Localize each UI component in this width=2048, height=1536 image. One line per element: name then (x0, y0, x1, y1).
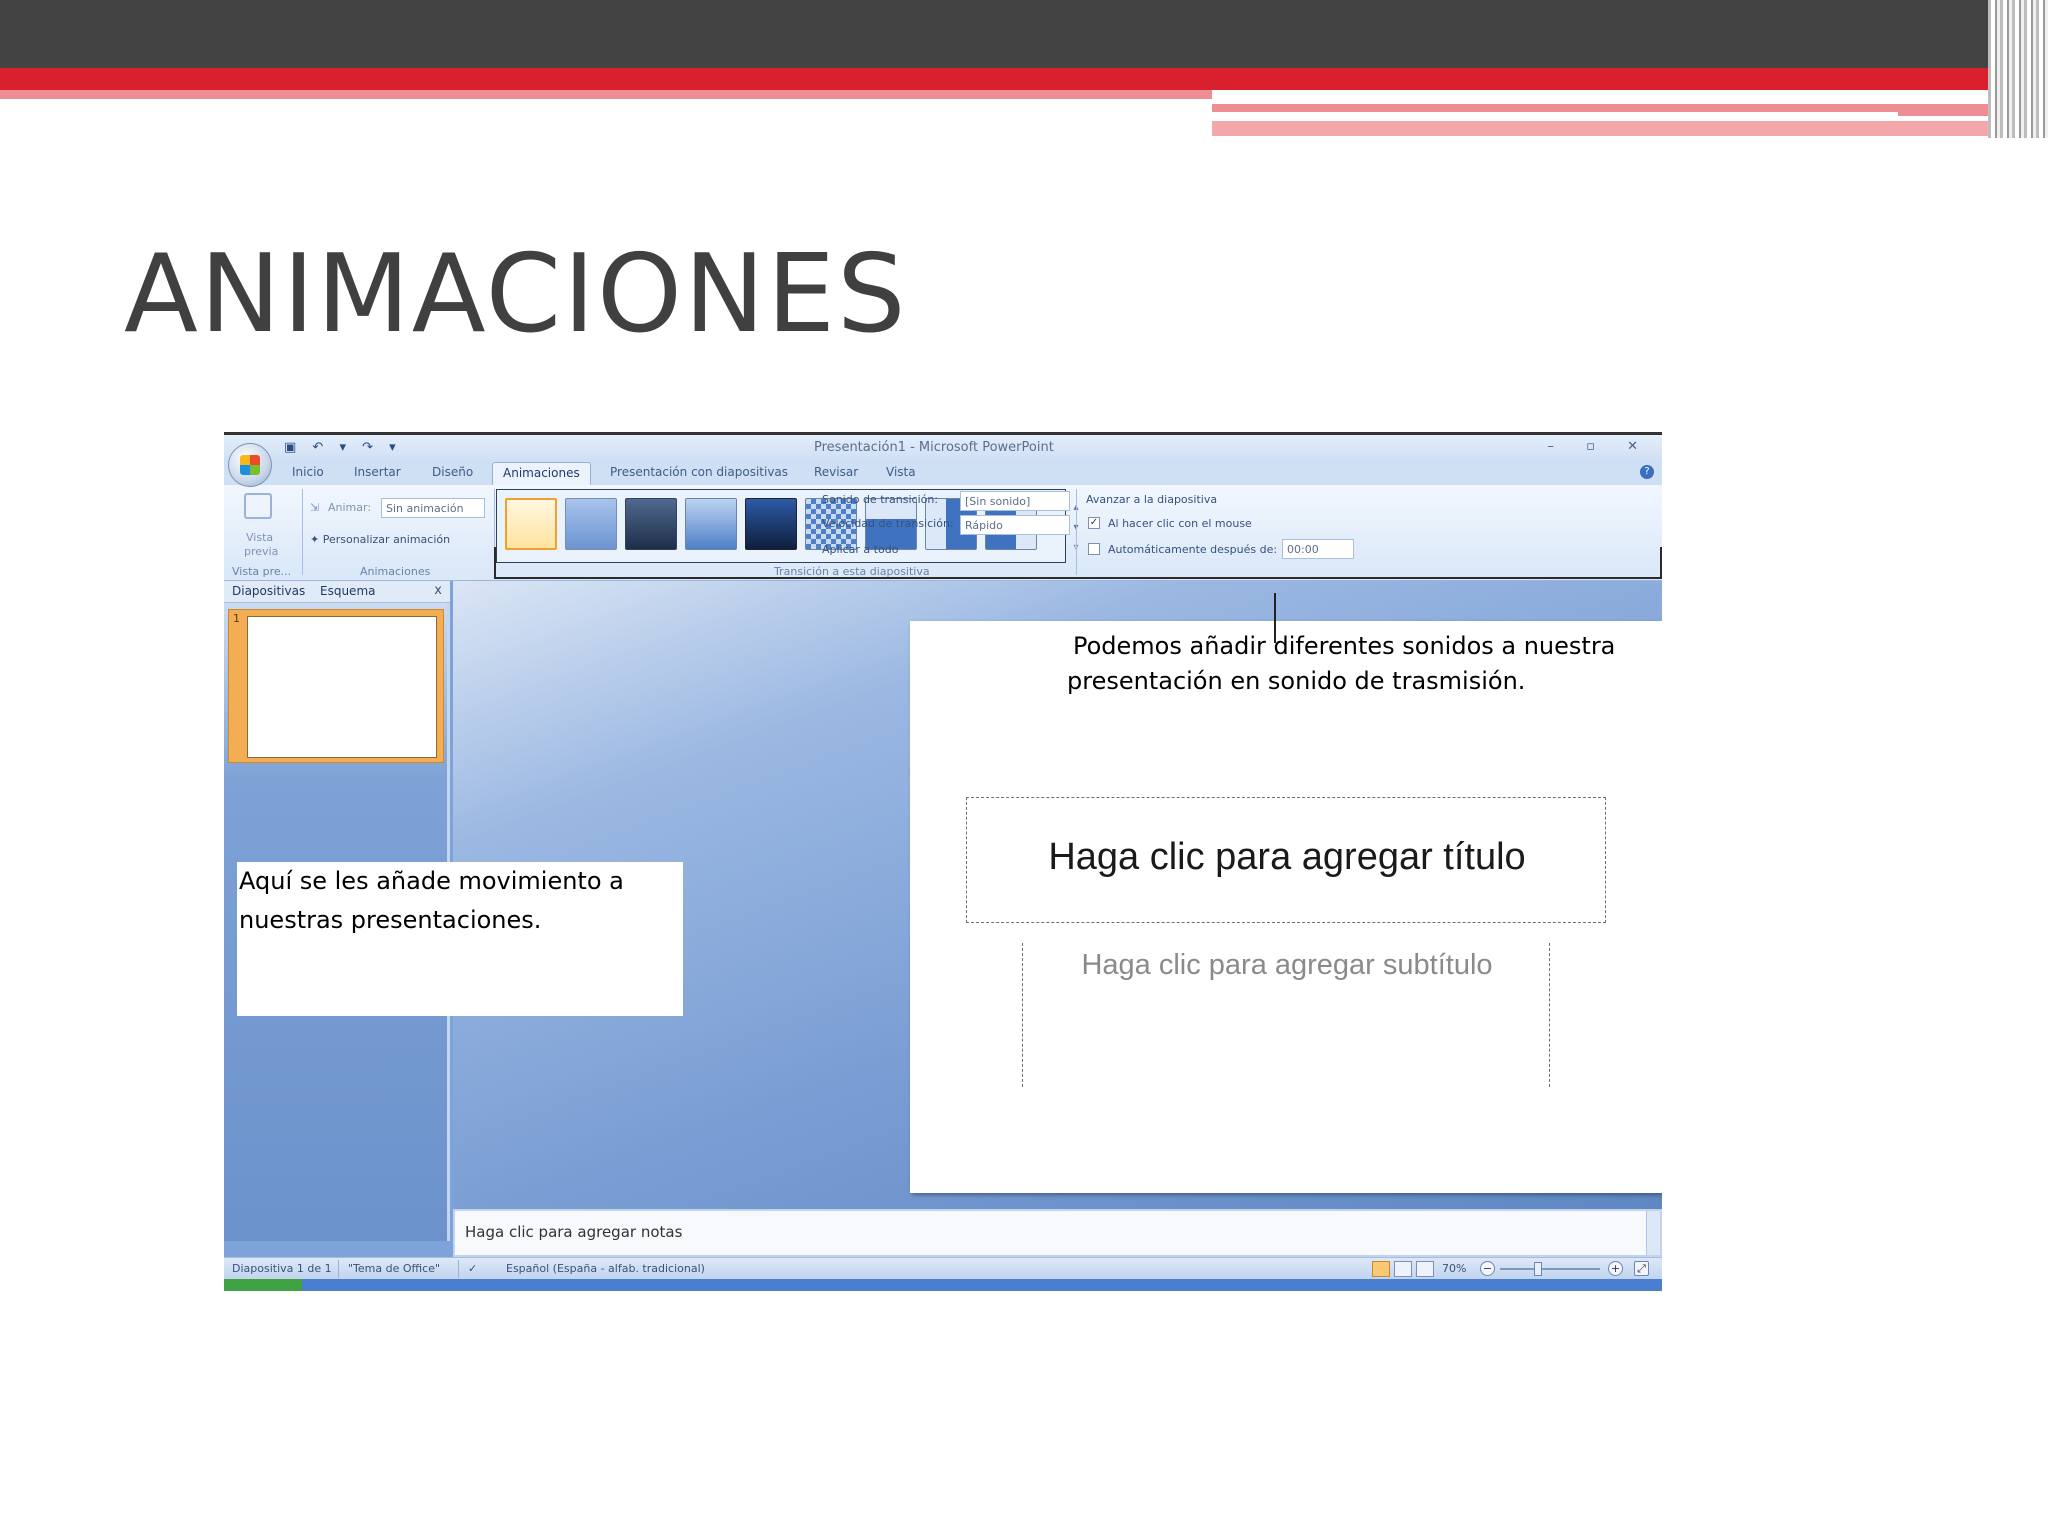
annotation-sound-line-2: presentación en sonido de trasmisión. (1067, 667, 1526, 695)
annotation-movement-line-1: Aquí se les añade movimiento a (239, 867, 624, 895)
tab-animaciones[interactable]: Animaciones (492, 462, 591, 486)
tab-esquema[interactable]: Esquema (320, 584, 375, 598)
help-icon[interactable]: ? (1640, 465, 1654, 479)
animate-icon: ⇲ (310, 501, 320, 514)
subtitle-placeholder-text: Haga clic para agregar subtítulo (1081, 949, 1493, 981)
annotation-sound: Podemos añadir diferentes sonidos a nues… (1067, 629, 1615, 699)
ribbon: Vista previa Vista pre... ⇲ Animar: Sin … (224, 485, 1662, 581)
window-titlebar: ▣ ↶ ▾ ↷ ▾ Presentación1 - Microsoft Powe… (224, 435, 1662, 461)
on-click-label: Al hacer clic con el mouse (1108, 517, 1252, 530)
normal-view-icon[interactable] (1372, 1261, 1390, 1277)
fit-window-icon[interactable]: ⤢ (1634, 1261, 1649, 1276)
preview-icon[interactable] (244, 493, 272, 519)
animate-label: Animar: (328, 501, 372, 514)
tab-insertar[interactable]: Insertar (354, 465, 401, 479)
slide-title: ANIMACIONES (124, 232, 908, 357)
transition-cut-thumb[interactable] (685, 498, 737, 550)
spellcheck-icon[interactable]: ✓ (468, 1262, 477, 1275)
on-click-checkbox[interactable]: ✓ (1088, 517, 1100, 529)
sound-combo[interactable]: [Sin sonido] (960, 491, 1070, 511)
status-language[interactable]: Español (España - alfab. tradicional) (506, 1262, 705, 1275)
notes-pane[interactable]: Haga clic para agregar notas (453, 1209, 1662, 1257)
transition-cut-black-thumb[interactable] (745, 498, 797, 550)
tab-revisar[interactable]: Revisar (814, 465, 858, 479)
transition-fade-black-thumb[interactable] (625, 498, 677, 550)
header-pink-band (0, 90, 1212, 99)
slide-thumbnail-number: 1 (233, 612, 240, 625)
window-controls[interactable]: – ▫ ✕ (1548, 439, 1652, 454)
annotation-movement: Aquí se les añade movimiento a nuestras … (237, 862, 683, 1016)
transition-fade-thumb[interactable] (565, 498, 617, 550)
slide-thumbnail-preview (247, 616, 437, 758)
current-slide: Haga clic para agregar título Haga clic … (910, 621, 1662, 1193)
header-stripes (1988, 0, 2048, 138)
title-placeholder-text: Haga clic para agregar título (1048, 836, 1526, 878)
tab-vista[interactable]: Vista (886, 465, 916, 479)
preview-label-1[interactable]: Vista (246, 531, 273, 544)
header-red-band (0, 68, 2048, 90)
sound-label: Sonido de transición: (822, 493, 939, 506)
advance-heading: Avanzar a la diapositiva (1086, 493, 1218, 506)
transition-group-highlight (494, 547, 1662, 579)
taskbar-strip (224, 1279, 1662, 1291)
slideshow-view-icon[interactable] (1416, 1261, 1434, 1277)
status-separator (338, 1260, 339, 1278)
tab-diapositivas[interactable]: Diapositivas (232, 584, 305, 598)
group-label-vista: Vista pre... (232, 565, 292, 578)
animate-combo[interactable]: Sin animación (381, 498, 485, 518)
slides-panel-tabs: Diapositivas Esquema x (224, 581, 450, 603)
zoom-slider-track[interactable] (1500, 1268, 1600, 1270)
office-button[interactable] (228, 443, 272, 487)
group-label-animaciones: Animaciones (360, 565, 431, 578)
tab-presentacion[interactable]: Presentación con diapositivas (610, 465, 788, 479)
speed-combo[interactable]: Rápido (960, 515, 1070, 535)
tab-diseno[interactable]: Diseño (432, 465, 473, 479)
quick-access-toolbar[interactable]: ▣ ↶ ▾ ↷ ▾ (284, 440, 402, 455)
status-bar: Diapositiva 1 de 1 "Tema de Office" ✓ Es… (224, 1257, 1662, 1279)
zoom-slider-thumb[interactable] (1534, 1262, 1542, 1276)
status-slide-info: Diapositiva 1 de 1 (232, 1262, 332, 1275)
transition-none-thumb[interactable] (505, 498, 557, 550)
group-separator (302, 489, 303, 575)
zoom-level[interactable]: 70% (1442, 1262, 1466, 1275)
office-logo-icon (240, 455, 260, 475)
notes-scrollbar[interactable] (1646, 1211, 1660, 1255)
status-separator (458, 1260, 459, 1278)
preview-label-2[interactable]: previa (244, 545, 278, 558)
close-icon[interactable]: x (434, 583, 442, 598)
zoom-in-icon[interactable]: + (1608, 1261, 1623, 1276)
slide-thumbnail[interactable]: 1 (228, 609, 444, 763)
zoom-out-icon[interactable]: − (1480, 1261, 1495, 1276)
ribbon-tabs: Inicio Insertar Diseño Animaciones Prese… (224, 461, 1662, 486)
tab-inicio[interactable]: Inicio (292, 465, 324, 479)
subtitle-placeholder[interactable]: Haga clic para agregar subtítulo (1022, 943, 1550, 1087)
header-pink-band-right-lower (1212, 121, 2048, 136)
annotation-movement-line-2: nuestras presentaciones. (239, 906, 542, 934)
notes-placeholder: Haga clic para agregar notas (465, 1223, 683, 1241)
header-dark-band (0, 0, 2048, 68)
annotation-sound-line-1: Podemos añadir diferentes sonidos a nues… (1073, 632, 1616, 660)
window-title: Presentación1 - Microsoft PowerPoint (814, 440, 1054, 455)
speed-label: Velocidad de transición: (822, 517, 954, 530)
title-placeholder[interactable]: Haga clic para agregar título (966, 797, 1606, 923)
header-white-line (1212, 112, 1898, 117)
custom-animation-label: Personalizar animación (322, 533, 451, 546)
custom-animation-button[interactable]: ✦ Personalizar animación (310, 533, 450, 546)
status-theme: "Tema de Office" (348, 1262, 441, 1275)
sorter-view-icon[interactable] (1394, 1261, 1412, 1277)
